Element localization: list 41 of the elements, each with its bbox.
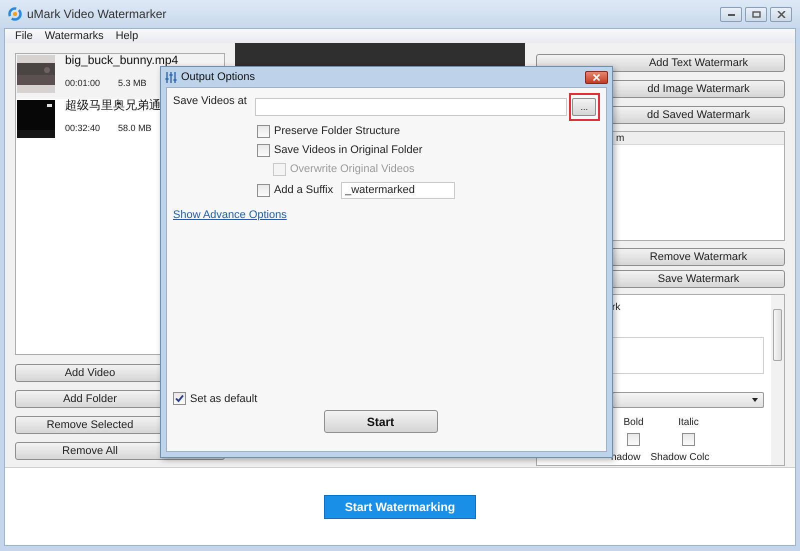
close-icon (776, 10, 786, 18)
checkbox[interactable] (257, 144, 270, 157)
checkbox[interactable] (257, 125, 270, 138)
window-title: uMark Video Watermarker (27, 6, 166, 23)
video-duration: 00:01:00 (65, 77, 100, 90)
video-size: 5.3 MB (118, 77, 147, 90)
checkbox[interactable] (682, 433, 695, 446)
maximize-button[interactable] (745, 6, 767, 22)
browse-button[interactable]: ... (572, 98, 596, 116)
font-dropdown[interactable] (612, 392, 764, 408)
maximize-icon (752, 10, 760, 18)
save-location-field[interactable] (255, 98, 567, 116)
start-button[interactable]: Start (324, 410, 438, 433)
style-label: Italic (678, 416, 699, 430)
video-name: 超级马里奥兄弟通 (65, 99, 161, 112)
add-watermark-button[interactable]: Add Text Watermark (536, 54, 785, 72)
suffix-field[interactable]: _watermarked (341, 182, 456, 198)
menu-item[interactable]: File (15, 28, 33, 44)
option-label: Preserve Folder Structure (274, 124, 400, 140)
shadow-label: Shadow Colc (650, 451, 710, 465)
advance-options-link[interactable]: Show Advance Options (173, 207, 287, 224)
menu-item[interactable]: Watermarks (44, 28, 104, 44)
checkbox[interactable] (627, 433, 640, 446)
close-icon (593, 74, 600, 80)
option-label: Add a Suffix (274, 182, 334, 198)
option-label: Overwrite Original Videos (290, 162, 415, 178)
minimize-button[interactable] (720, 6, 742, 22)
caret-icon (752, 398, 758, 402)
video-duration: 00:32:40 (65, 122, 100, 135)
menu-item[interactable]: Help (116, 28, 138, 44)
video-size: 58.0 MB (118, 122, 152, 135)
video-name: big_buck_bunny.mp4 (65, 54, 178, 67)
close-button[interactable] (585, 70, 608, 84)
checkbox[interactable] (173, 392, 186, 406)
option-label: Save Videos in Original Folder (274, 143, 422, 158)
app-logo-icon (8, 7, 22, 21)
scrollbar[interactable] (771, 295, 784, 465)
sliders-icon (165, 70, 178, 84)
close-button[interactable] (770, 6, 792, 22)
checkbox[interactable] (257, 184, 270, 196)
style-label: Bold (623, 416, 644, 430)
